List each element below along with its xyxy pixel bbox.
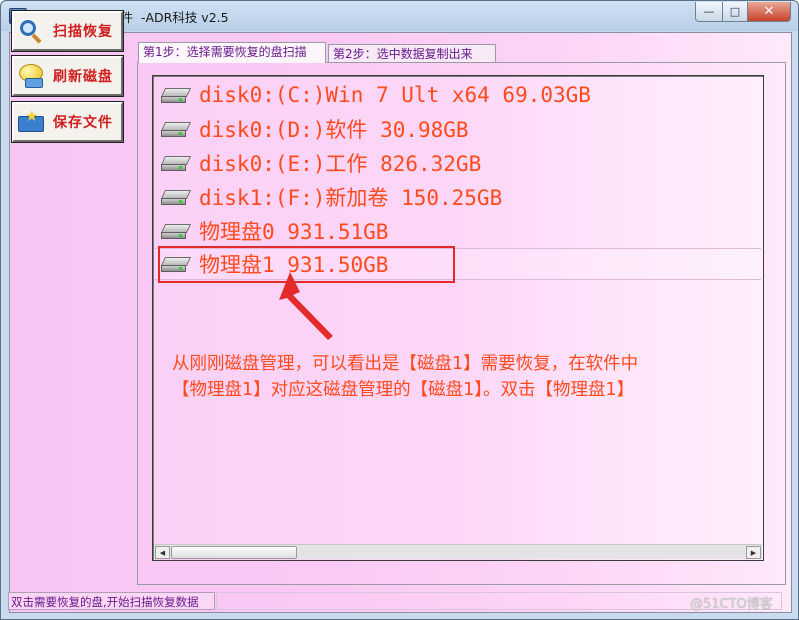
annotation-text: 从刚刚磁盘管理，可以看出是【磁盘1】需要恢复，在软件中 【物理盘1】对应这磁盘管…	[172, 351, 752, 403]
annotation-line-2: 【物理盘1】对应这磁盘管理的【磁盘1】。双击【物理盘1】	[172, 380, 635, 400]
annotation-line-1: 从刚刚磁盘管理，可以看出是【磁盘1】需要恢复，在软件中	[172, 354, 639, 374]
status-bar: 双击需要恢复的盘,开始扫描恢复数据	[8, 592, 215, 610]
tab-step1[interactable]: 第1步：选择需要恢复的盘扫描	[138, 42, 326, 63]
annotation-arrow	[279, 272, 333, 340]
watermark: @51CTO博客	[690, 597, 773, 612]
